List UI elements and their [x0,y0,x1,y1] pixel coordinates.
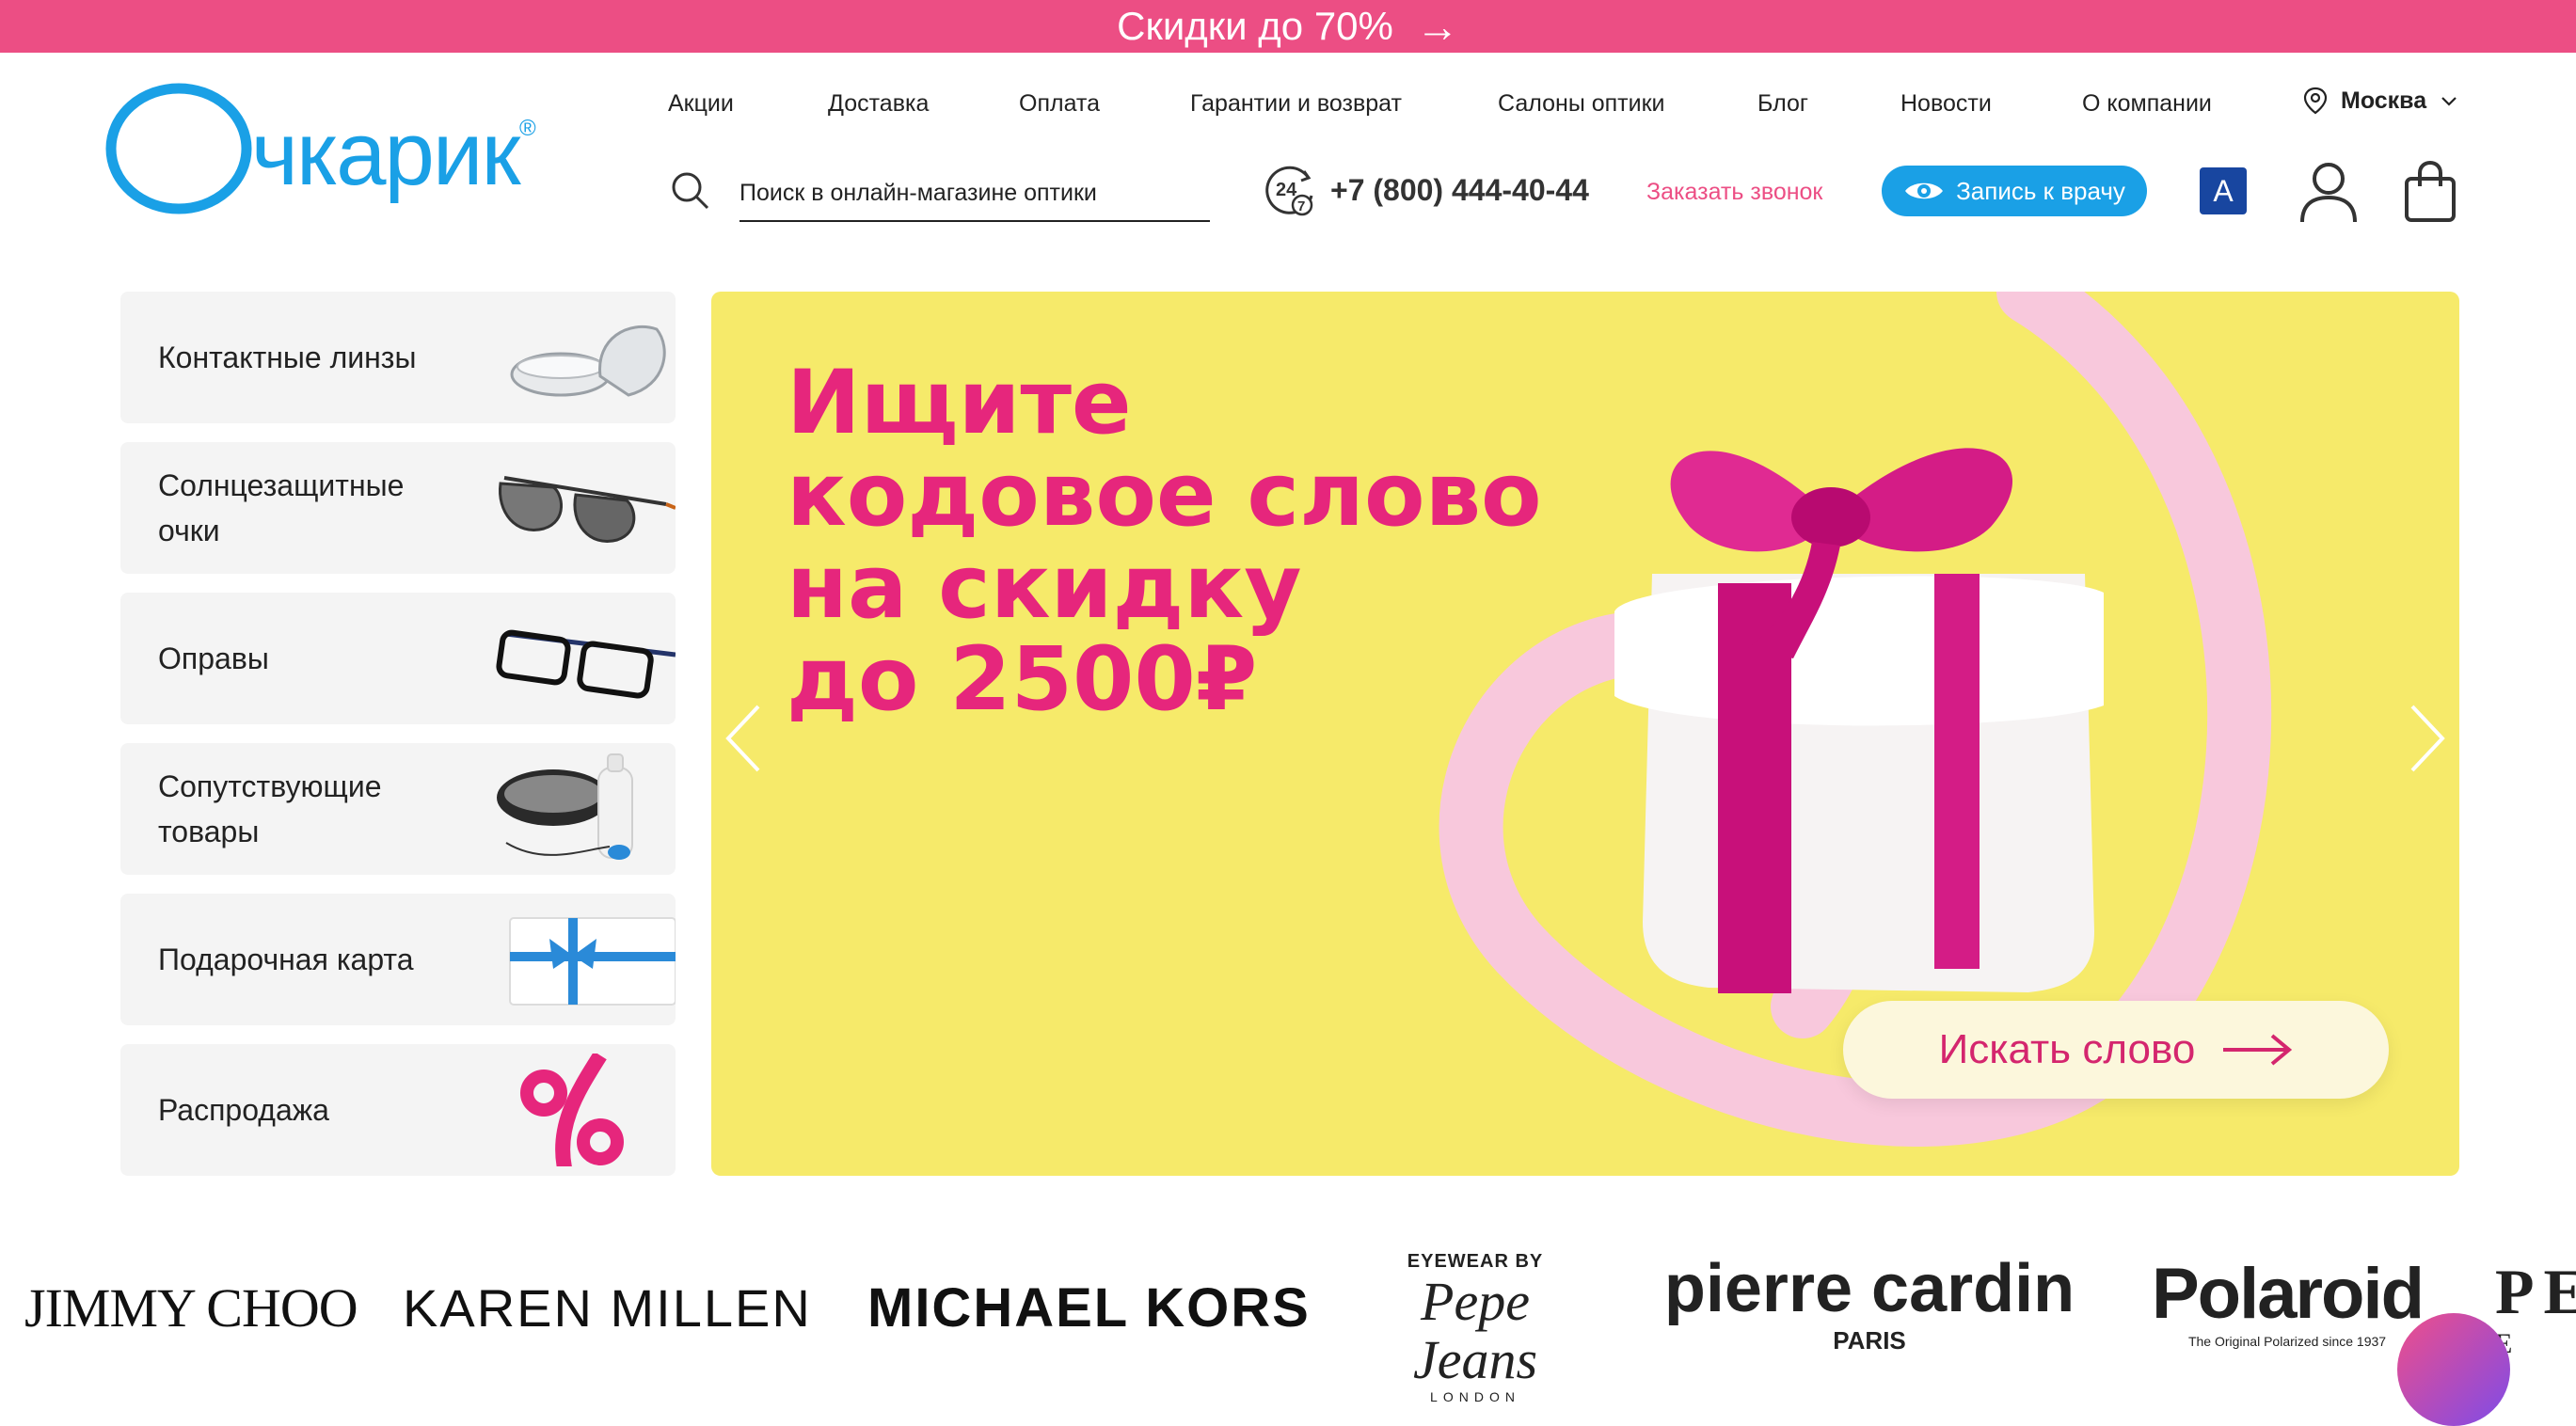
nav-item-promotions[interactable]: Акции [668,90,734,118]
sunglasses-image [499,476,676,543]
category-sale[interactable]: Распродажа [120,1044,676,1176]
search-input[interactable] [739,166,1210,222]
hero-banner[interactable]: Ищите кодовое слово на скидку до 2500₽ И… [711,292,2459,1176]
nav-item-news[interactable]: Новости [1900,90,1992,118]
accessories-image [497,753,633,860]
chat-widget-button[interactable] [2397,1313,2510,1426]
nav-item-blog[interactable]: Блог [1757,90,1808,118]
brand-polaroid-name: Polaroid [2151,1254,2425,1334]
chevron-down-icon [2441,97,2457,106]
nav-item-delivery[interactable]: Доставка [828,90,929,118]
search-word-label: Искать слово [1938,1026,2196,1072]
logo-registered-mark: ® [519,116,536,141]
category-gift-card[interactable]: Подарочная карта [120,894,676,1025]
promo-bar[interactable]: Скидки до 70% → [0,0,2576,53]
clock-badge: 24 [1276,180,1297,200]
banner-title: Ищите кодовое слово на скидку до 2500₽ [787,357,1633,726]
banner-title-line: кодовое слово [787,444,1542,547]
promo-text: Скидки до 70% [1117,4,1393,48]
brand-pierre-cardin[interactable]: pierre cardin PARIS [1658,1251,2081,1364]
category-label: Оправы [158,642,269,675]
clock-sub: 7 [1297,198,1305,214]
carousel-next-arrow-icon[interactable] [2405,701,2452,776]
site-logo[interactable]: чкарик ® [105,81,548,222]
phone-number[interactable]: +7 (800) 444-40-44 [1330,173,1589,208]
search-word-button[interactable]: Искать слово [1843,1001,2389,1099]
gift-card-image [509,917,676,1006]
category-frames[interactable]: Оправы [120,593,676,724]
arrow-right-icon [2223,1034,2293,1066]
eye-icon [1905,182,1944,199]
category-label: Подарочная карта [158,943,414,976]
logo-text: чкарик [251,103,522,204]
brand-pepe-jeans-top: EYEWEAR BY [1407,1251,1544,1272]
nav-item-payment[interactable]: Оплата [1019,90,1100,118]
banner-title-line: до 2500₽ [787,628,1258,731]
category-label: Солнцезащитные очки [158,468,405,547]
percent-image [520,1054,624,1166]
city-selector[interactable]: Москва [2303,87,2458,115]
nav-item-guarantees[interactable]: Гарантии и возврат [1190,90,1402,118]
search-bar [668,166,1214,224]
nav-item-salons[interactable]: Салоны оптики [1498,90,1665,118]
cart-bag-icon[interactable] [2397,158,2463,224]
brand-pepe-jeans-name: Pepe Jeans [1412,1271,1538,1390]
contact-lenses-image [510,325,666,397]
banner-title-line: Ищите [787,352,1132,454]
brand-pepe-jeans[interactable]: EYEWEAR BY Pepe Jeans LONDON [1362,1251,1588,1404]
brand-jimmy-choo[interactable]: JIMMY CHOO [24,1260,358,1355]
city-label: Москва [2341,87,2427,114]
callback-link[interactable]: Заказать звонок [1646,179,1822,206]
category-label: Контактные линзы [158,341,417,374]
brand-michael-kors[interactable]: MICHAEL KORS [867,1260,1311,1355]
category-label: Сопутствующие товары [158,769,382,848]
accessibility-button[interactable]: A [2200,167,2247,214]
doctor-appointment-label: Запись к врачу [1956,176,2125,205]
logo-mark: чкарик ® [105,83,536,214]
category-accessories[interactable]: Сопутствующие товары [120,743,676,875]
brand-partial-name: PE [2495,1256,2576,1327]
doctor-appointment-button[interactable]: Запись к врачу [1882,166,2147,216]
arrow-right-icon: → [1415,2,1459,51]
clock-24-7-icon: 24 7 [1265,166,1313,216]
category-sunglasses[interactable]: Солнцезащитные очки [120,442,676,574]
carousel-prev-arrow-icon[interactable] [719,701,766,776]
user-icon[interactable] [2296,160,2361,224]
brand-polaroid[interactable]: Polaroid The Original Polarized since 19… [2141,1255,2433,1368]
nav-item-about[interactable]: О компании [2082,90,2212,118]
category-label: Распродажа [158,1093,329,1127]
brand-pierre-cardin-name: pierre cardin [1663,1251,2075,1326]
banner-title-line: на скидку [787,536,1302,639]
brand-karen-millen[interactable]: KAREN MILLEN [403,1260,812,1355]
frames-image [496,629,676,699]
location-pin-icon [2303,87,2328,115]
brand-pepe-jeans-sub: LONDON [1430,1389,1520,1404]
category-contact-lenses[interactable]: Контактные линзы [120,292,676,423]
brand-pierre-cardin-sub: PARIS [1833,1326,1906,1355]
brand-polaroid-sub: The Original Polarized since 1937 [2187,1334,2387,1349]
